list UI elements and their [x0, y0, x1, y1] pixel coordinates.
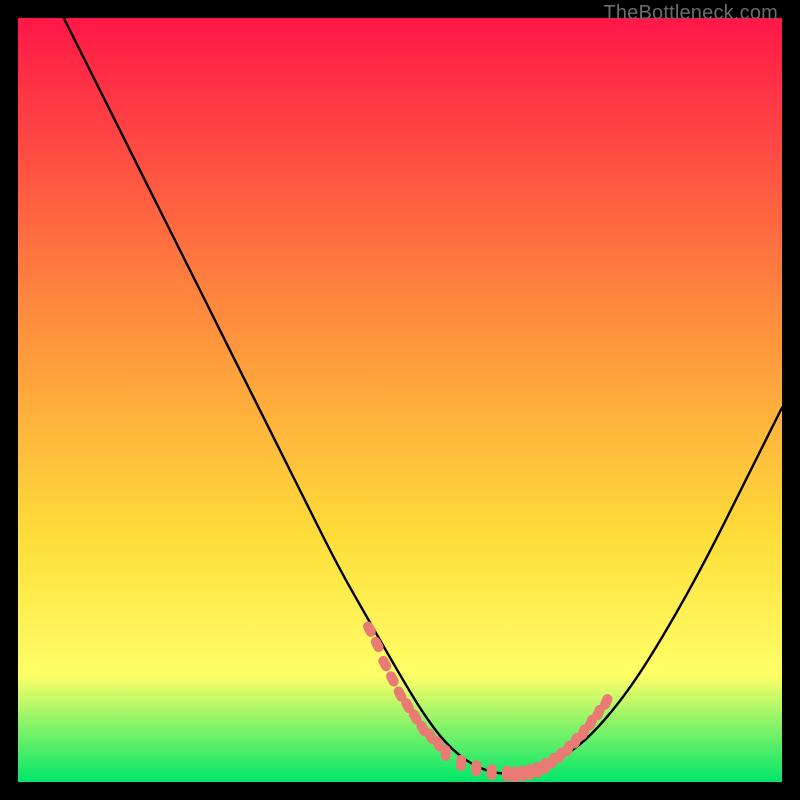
gradient-background	[18, 18, 782, 782]
chart-frame	[18, 18, 782, 782]
bottleneck-plot	[18, 18, 782, 782]
data-marker	[456, 755, 466, 771]
watermark-text: TheBottleneck.com	[603, 2, 778, 25]
data-marker	[441, 745, 451, 761]
data-marker	[487, 764, 497, 780]
data-marker	[471, 760, 481, 776]
